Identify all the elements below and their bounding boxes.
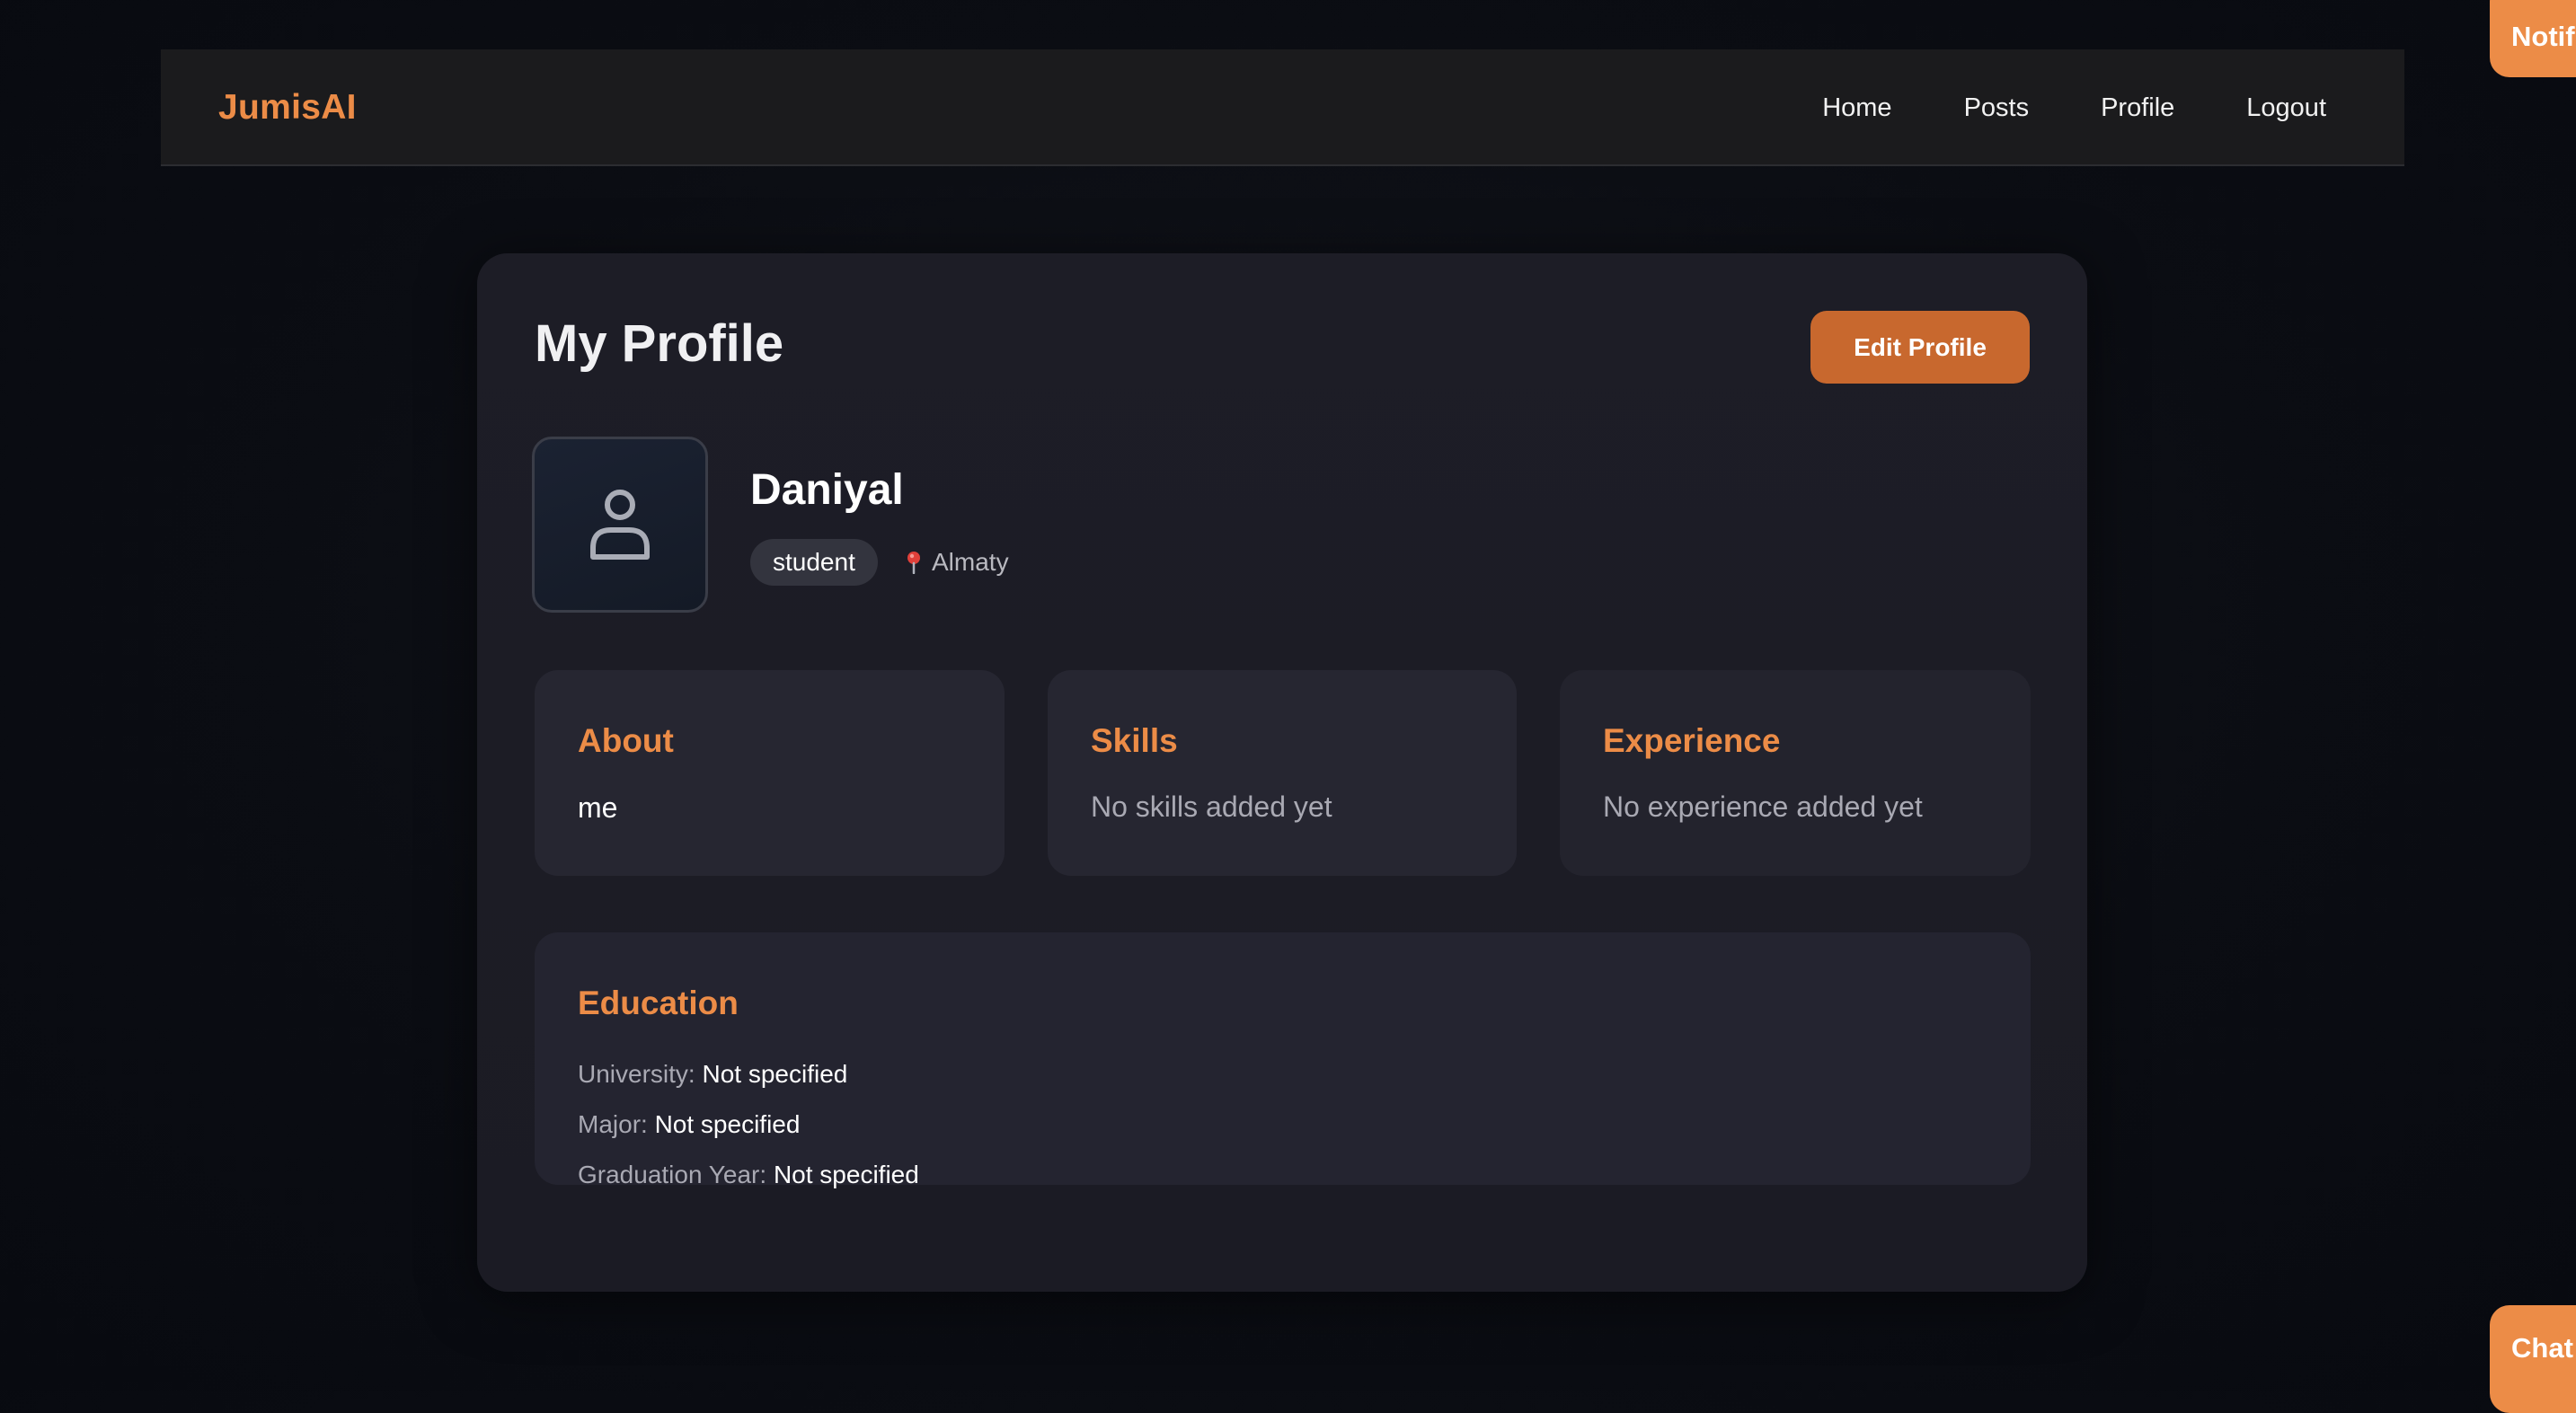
nav-logout-link[interactable]: Logout	[2246, 93, 2326, 123]
edit-profile-button[interactable]: Edit Profile	[1810, 311, 2030, 384]
user-icon	[590, 490, 650, 560]
experience-section: Experience No experience added yet	[1560, 670, 2031, 876]
about-title: About	[578, 722, 674, 759]
brand-logo[interactable]: JumisAI	[218, 49, 357, 166]
nav-profile-link[interactable]: Profile	[2101, 93, 2174, 123]
chat-button[interactable]: Chat	[2490, 1305, 2576, 1413]
university-value: Not specified	[702, 1060, 848, 1088]
experience-title: Experience	[1603, 722, 1781, 759]
education-section: Education University: Not specified Majo…	[535, 932, 2031, 1188]
notifications-button[interactable]: Notif	[2490, 0, 2576, 77]
location-text: Almaty	[932, 548, 1009, 576]
location: Almaty	[905, 539, 1009, 586]
major-label: Major:	[578, 1110, 648, 1138]
avatar	[532, 437, 708, 613]
nav-posts-link[interactable]: Posts	[1964, 93, 2030, 123]
graduation-year-value: Not specified	[773, 1161, 919, 1188]
graduation-year-label: Graduation Year:	[578, 1161, 767, 1188]
page-title: My Profile	[535, 314, 784, 373]
experience-text: No experience added yet	[1603, 790, 1923, 823]
university-label: University:	[578, 1060, 695, 1088]
skills-section: Skills No skills added yet	[1048, 670, 1517, 876]
nav-home-link[interactable]: Home	[1822, 93, 1891, 123]
education-title: Education	[578, 985, 739, 1021]
skills-text: No skills added yet	[1091, 790, 1332, 823]
education-graduation-row: Graduation Year: Not specified	[578, 1162, 919, 1188]
about-section: About me	[535, 670, 1005, 876]
education-university-row: University: Not specified	[578, 1062, 847, 1087]
role-badge: student	[750, 539, 878, 586]
profile-card: My Profile Edit Profile Daniyal student …	[477, 253, 2087, 1292]
user-name: Daniyal	[750, 466, 904, 514]
pin-icon	[907, 552, 920, 574]
navbar: JumisAI Home Posts Profile Logout	[161, 49, 2404, 166]
education-major-row: Major: Not specified	[578, 1112, 800, 1137]
major-value: Not specified	[654, 1110, 801, 1138]
nav-links: Home Posts Profile Logout	[1822, 49, 2326, 166]
skills-title: Skills	[1091, 722, 1178, 759]
about-text: me	[578, 791, 618, 824]
